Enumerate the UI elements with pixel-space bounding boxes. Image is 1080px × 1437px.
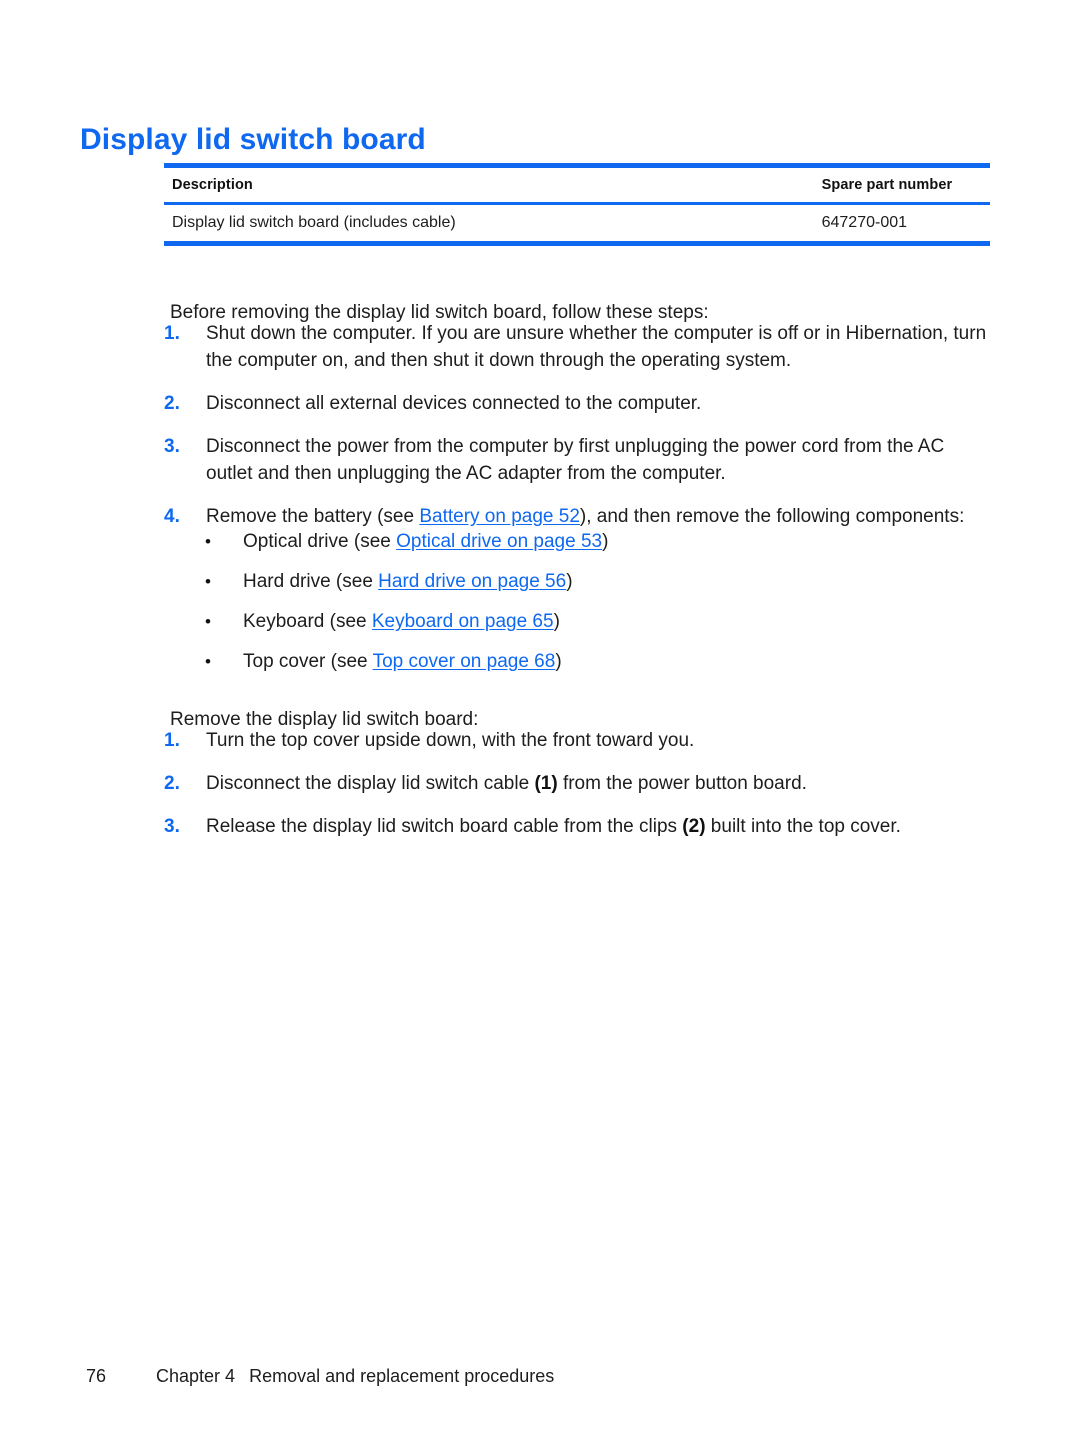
list-item-text-lead: Keyboard (see <box>243 611 372 632</box>
step-text-lead: Disconnect the display lid switch cable <box>206 773 535 794</box>
list-item-text-tail: ) <box>566 571 573 592</box>
step-item: 2. Disconnect the display lid switch cab… <box>164 770 994 797</box>
step-text: Shut down the computer. If you are unsur… <box>206 323 987 371</box>
table-body: Display lid switch board (includes cable… <box>164 204 990 244</box>
step-text: Disconnect the power from the computer b… <box>206 436 945 484</box>
cross-reference-link-battery[interactable]: Battery on page 52 <box>419 506 580 527</box>
list-item: • Optical drive (see Optical drive on pa… <box>205 528 905 555</box>
callout-reference: (2) <box>682 816 706 837</box>
bullet-icon: • <box>205 532 211 551</box>
page-title: Display lid switch board <box>80 123 426 157</box>
step-number: 2. <box>164 773 180 794</box>
list-item: • Keyboard (see Keyboard on page 65) <box>205 608 905 635</box>
list-item: • Top cover (see Top cover on page 68) <box>205 648 905 675</box>
cross-reference-link-top-cover[interactable]: Top cover on page 68 <box>373 651 556 672</box>
table-header-row: Description Spare part number <box>164 166 990 204</box>
page-footer: 76 Chapter 4 Removal and replacement proce… <box>66 1345 554 1408</box>
document-page: Display lid switch board Description Spa… <box>0 0 1080 1437</box>
removal-steps-list: 1. Turn the top cover upside down, with … <box>164 727 994 840</box>
step-number: 3. <box>164 816 180 837</box>
components-list: • Optical drive (see Optical drive on pa… <box>205 528 905 675</box>
table-row: Display lid switch board (includes cable… <box>164 204 990 244</box>
step-item: 1. Turn the top cover upside down, with … <box>164 727 994 754</box>
list-item: • Hard drive (see Hard drive on page 56) <box>205 568 905 595</box>
column-header-spare-part-number: Spare part number <box>821 177 953 193</box>
cross-reference-link-keyboard[interactable]: Keyboard on page 65 <box>372 611 554 632</box>
list-item-text-lead: Optical drive (see <box>243 531 397 552</box>
step-text: Turn the top cover upside down, with the… <box>206 730 695 751</box>
list-item-text-lead: Hard drive (see <box>243 571 379 592</box>
footer-chapter: Chapter 4 <box>156 1366 236 1386</box>
cell-description: Display lid switch board (includes cable… <box>172 214 456 231</box>
step-text-lead: Remove the battery (see <box>206 506 420 527</box>
step-text-lead: Release the display lid switch board cab… <box>206 816 683 837</box>
step-item: 1. Shut down the computer. If you are un… <box>164 320 994 374</box>
step-text-tail: built into the top cover. <box>705 816 901 837</box>
cross-reference-link-optical-drive[interactable]: Optical drive on page 53 <box>396 531 602 552</box>
bullet-icon: • <box>205 612 211 631</box>
step-item: 3. Disconnect the power from the compute… <box>164 433 994 487</box>
table-header: Description Spare part number <box>164 166 990 204</box>
step-item: 2. Disconnect all external devices conne… <box>164 390 994 417</box>
step-text-tail: ), and then remove the following compone… <box>579 506 965 527</box>
callout-reference: (1) <box>534 773 558 794</box>
step-number: 1. <box>164 323 180 344</box>
step-number: 1. <box>164 730 180 751</box>
list-item-text-tail: ) <box>555 651 562 672</box>
preliminary-steps-list: 1. Shut down the computer. If you are un… <box>164 320 994 530</box>
bullet-icon: • <box>205 572 211 591</box>
bullet-icon: • <box>205 652 211 671</box>
step-text: Disconnect all external devices connecte… <box>206 393 702 414</box>
step-item: 3. Release the display lid switch board … <box>164 813 994 840</box>
step-text-tail: from the power button board. <box>557 773 807 794</box>
footer-page-number: 76 <box>86 1366 107 1386</box>
spare-parts-table: Description Spare part number Display li… <box>164 163 990 246</box>
column-header-description: Description <box>172 177 253 193</box>
list-item-text-lead: Top cover (see <box>243 651 373 672</box>
step-number: 4. <box>164 506 180 527</box>
list-item-text-tail: ) <box>553 611 560 632</box>
step-item: 4. Remove the battery (see Battery on pa… <box>164 503 994 530</box>
cell-spare-part-number: 647270-001 <box>821 214 908 231</box>
footer-chapter-title: Removal and replacement procedures <box>249 1366 555 1386</box>
step-number: 2. <box>164 393 180 414</box>
step-number: 3. <box>164 436 180 457</box>
cross-reference-link-hard-drive[interactable]: Hard drive on page 56 <box>378 571 566 592</box>
list-item-text-tail: ) <box>602 531 609 552</box>
